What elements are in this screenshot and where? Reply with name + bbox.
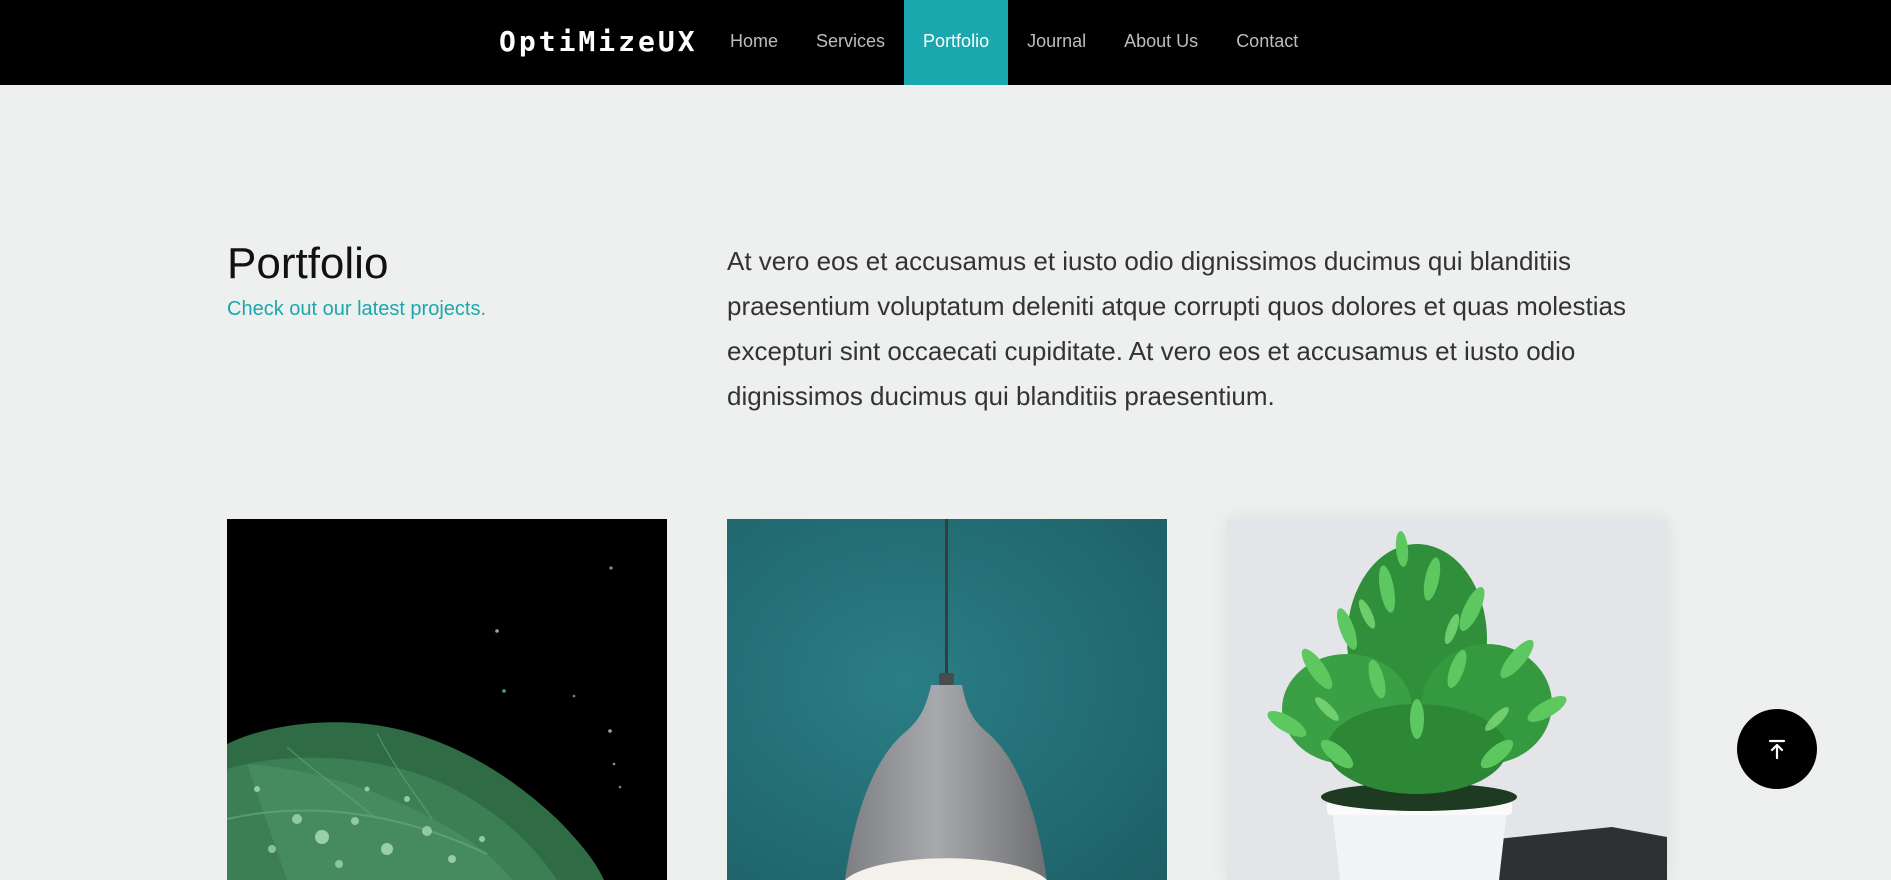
leaf-image (227, 519, 667, 880)
portfolio-item-leaf[interactable] (227, 519, 667, 880)
lamp-image (727, 519, 1167, 880)
nav-item-home[interactable]: Home (711, 0, 797, 85)
back-to-top-button[interactable] (1737, 709, 1817, 789)
page-title: Portfolio (227, 239, 389, 288)
plant-image (1227, 519, 1667, 880)
top-navbar: OptiMizeUX Home Services Portfolio Journ… (0, 0, 1891, 85)
portfolio-item-plant[interactable] (1227, 519, 1667, 880)
nav-item-contact[interactable]: Contact (1217, 0, 1317, 85)
brand-logo[interactable]: OptiMizeUX (499, 22, 698, 62)
page-subtitle: Check out our latest projects. (227, 298, 487, 320)
main-nav: Home Services Portfolio Journal About Us… (711, 0, 1317, 85)
intro-paragraph: At vero eos et accusamus et iusto odio d… (727, 246, 1626, 411)
nav-item-portfolio[interactable]: Portfolio (904, 0, 1009, 85)
nav-item-journal[interactable]: Journal (1008, 0, 1105, 85)
portfolio-item-lamp[interactable] (727, 519, 1167, 880)
arrow-up-to-line-icon (1768, 739, 1786, 760)
nav-item-about-us[interactable]: About Us (1105, 0, 1217, 85)
nav-item-services[interactable]: Services (797, 0, 904, 85)
